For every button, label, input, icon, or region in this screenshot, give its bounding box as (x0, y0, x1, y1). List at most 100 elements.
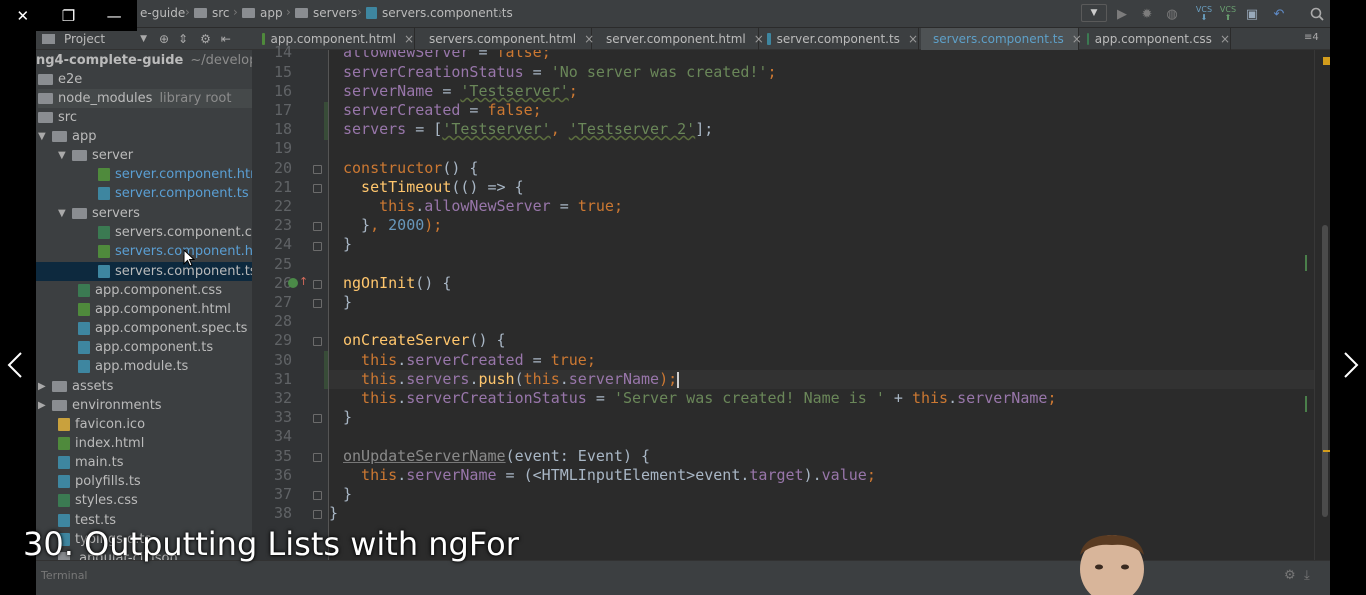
tree-item-src[interactable]: src (38, 108, 77, 127)
tab-app-component-css[interactable]: app.component.css × (1081, 28, 1231, 50)
run-icon[interactable]: ▶ (1112, 4, 1132, 24)
hide-icon[interactable]: ⤓ (1304, 568, 1310, 583)
close-icon[interactable]: × (908, 32, 918, 46)
code-line: constructor() { (343, 159, 478, 178)
mouse-cursor-icon (183, 248, 196, 271)
fold-marker[interactable] (313, 165, 322, 174)
chevron-down-icon[interactable]: ▼ (58, 208, 72, 219)
tree-item-app-component-ts[interactable]: app.component.ts (78, 338, 213, 357)
tree-item-label: app.component.ts (95, 340, 214, 355)
tab-server-component-html[interactable]: server.component.html × (594, 28, 764, 50)
tab-servers-component-ts[interactable]: servers.component.ts × (921, 28, 1082, 50)
tree-item-root[interactable]: ng4-complete-guide ~/developme (36, 51, 252, 70)
chevron-right-icon[interactable] (1336, 345, 1366, 385)
scrollbar-thumb[interactable] (1322, 225, 1328, 517)
tab-overflow-button[interactable]: ≡4 (1304, 32, 1319, 43)
implements-icon[interactable] (288, 278, 298, 288)
fold-marker[interactable] (313, 510, 322, 519)
tree-item-label: servers (92, 206, 140, 221)
tab-servers-component-html[interactable]: servers.component.html × (417, 28, 594, 50)
project-panel-header[interactable]: Project ▼ ⊕ ⇕ ⚙ ⇤ (36, 28, 252, 50)
tree-item-index-html[interactable]: index.html (58, 434, 144, 453)
close-icon[interactable]: × (584, 32, 594, 46)
tree-item-main-ts[interactable]: main.ts (58, 453, 123, 472)
debug-icon[interactable]: ✹ (1137, 4, 1157, 24)
gear-icon[interactable]: ⚙ (1284, 568, 1296, 583)
code-token: this (343, 197, 416, 215)
breadcrumb-servers[interactable]: servers (295, 6, 357, 20)
window-controls: ✕ ❐ — (0, 0, 137, 31)
restore-icon[interactable]: ❐ (46, 0, 92, 31)
tree-item-server-component-ts[interactable]: server.component.ts (98, 184, 249, 203)
terminal-tab[interactable]: Terminal (41, 569, 88, 582)
fold-marker[interactable] (313, 299, 322, 308)
tree-item-app-component-css[interactable]: app.component.css (78, 281, 222, 300)
tree-item-servers-component-html[interactable]: servers.component.html (98, 242, 252, 261)
fold-marker[interactable] (313, 337, 322, 346)
tab-label: servers.component.html (429, 32, 577, 46)
editor-scrollbar[interactable] (1314, 50, 1330, 560)
chevron-down-icon[interactable]: ▼ (38, 131, 52, 142)
tree-item-styles-css[interactable]: styles.css (58, 491, 138, 510)
tree-item-assets[interactable]: ▶ assets (38, 377, 113, 396)
close-icon[interactable]: × (1220, 32, 1230, 46)
vcs-commit-icon[interactable]: VCS ⬆ (1218, 4, 1238, 24)
search-icon[interactable] (1307, 4, 1327, 24)
fold-marker[interactable] (313, 280, 322, 289)
code-editor[interactable]: allowNewServer = false; serverCreationSt… (329, 50, 1314, 560)
chevron-down-icon[interactable]: ▼ (140, 34, 147, 44)
tree-item-favicon[interactable]: favicon.ico (58, 415, 145, 434)
code-token: 'Server was created! Name is ' (613, 389, 885, 407)
tree-item-e2e[interactable]: e2e (38, 70, 82, 89)
vcs-history-icon[interactable]: ▣ (1242, 4, 1262, 24)
fold-marker[interactable] (313, 222, 322, 231)
tree-item-node-modules[interactable]: node_modules library root (38, 89, 252, 108)
code-token: this (343, 351, 398, 369)
tree-item-server-component-html[interactable]: server.component.htm (98, 165, 252, 184)
vcs-update-icon[interactable]: VCS ⬇ (1194, 4, 1214, 24)
code-line: } (329, 504, 338, 523)
tree-item-servers-component-ts[interactable]: servers.component.ts (98, 262, 252, 281)
tree-item-environments[interactable]: ▶ environments (38, 396, 162, 415)
tab-server-component-ts[interactable]: server.component.ts × (761, 28, 919, 50)
collapse-icon[interactable]: ⇕ (178, 32, 188, 46)
warning-marker[interactable] (1323, 57, 1330, 65)
chevron-right-icon[interactable]: ▶ (38, 381, 52, 392)
breadcrumb-src[interactable]: src (194, 6, 230, 20)
fold-marker[interactable] (313, 184, 322, 193)
tree-item-server[interactable]: ▼ server (58, 146, 133, 165)
code-token: (event: Event) { (505, 447, 651, 465)
close-icon[interactable]: × (404, 32, 414, 46)
fold-marker[interactable] (313, 491, 322, 500)
breadcrumb-project[interactable]: e-guide (140, 6, 185, 20)
chevron-left-icon[interactable] (0, 345, 30, 385)
tree-item-servers-component-css[interactable]: servers.component.cs (98, 223, 252, 242)
tree-item-app-component-spec-ts[interactable]: app.component.spec.ts (78, 319, 247, 338)
coverage-icon[interactable]: ◍ (1162, 4, 1182, 24)
gear-icon[interactable]: ⚙ (200, 32, 211, 46)
minimize-icon[interactable]: — (91, 0, 137, 31)
tree-item-polyfills-ts[interactable]: polyfills.ts (58, 472, 141, 491)
tree-item-servers[interactable]: ▼ servers (58, 204, 140, 223)
tree-item-app-component-html[interactable]: app.component.html (78, 300, 231, 319)
fold-marker[interactable] (313, 242, 322, 251)
chevron-down-icon[interactable]: ▼ (58, 150, 72, 161)
code-token: allowNewServer (343, 50, 470, 61)
breadcrumb-file[interactable]: servers.component.ts (366, 6, 513, 20)
fold-marker[interactable] (313, 414, 322, 423)
tree-item-app[interactable]: ▼ app (38, 127, 96, 146)
chevron-right-icon[interactable]: ▶ (38, 400, 52, 411)
code-token: ; (532, 101, 542, 119)
close-icon[interactable]: ✕ (0, 0, 46, 31)
code-token: , (550, 120, 569, 138)
code-token: onUpdateServerName (343, 447, 506, 465)
code-token: ; (767, 63, 777, 81)
warning-stripe[interactable] (1323, 450, 1330, 452)
revert-icon[interactable]: ↶ (1269, 4, 1289, 24)
hide-panel-icon[interactable]: ⇤ (221, 32, 231, 46)
breadcrumb-app[interactable]: app (242, 6, 283, 20)
tree-item-app-module-ts[interactable]: app.module.ts (78, 357, 188, 376)
run-config-dropdown[interactable]: ▼ (1081, 4, 1107, 22)
target-icon[interactable]: ⊕ (159, 32, 169, 46)
fold-marker[interactable] (313, 453, 322, 462)
